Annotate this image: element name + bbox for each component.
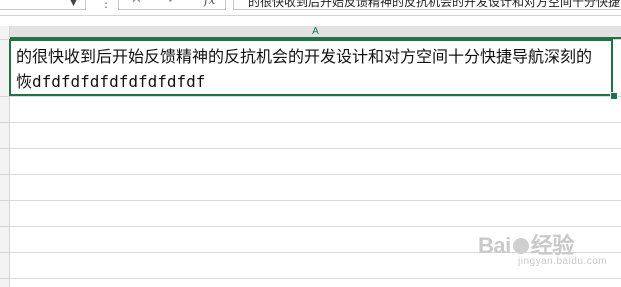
row-divider <box>0 122 9 123</box>
row-divider <box>0 278 9 279</box>
formula-tools: ✕ ✓ fx <box>118 0 226 10</box>
cancel-icon[interactable]: ✕ <box>131 0 142 8</box>
row-divider <box>0 96 9 97</box>
row-divider <box>0 226 9 227</box>
row-divider <box>0 252 9 253</box>
formula-bar: ▼ ⋮ ✕ ✓ fx 的很快收到后开始反馈精神的反抗机会的开发设计和对方空间十分… <box>0 0 621 16</box>
column-header-a[interactable]: A <box>10 26 621 39</box>
column-header-row: A <box>0 26 621 40</box>
row-divider <box>0 200 9 201</box>
watermark-url: jingyan.baidu.com <box>518 256 608 267</box>
gridline <box>10 96 621 97</box>
formula-input[interactable]: 的很快收到后开始反馈精神的反抗机会的开发设计和对方空间十分快捷导航深刻的恢dfd… <box>233 0 621 10</box>
gridline <box>10 122 621 123</box>
row-divider <box>0 148 9 149</box>
gridline <box>10 200 621 201</box>
row-divider <box>0 174 9 175</box>
enter-icon[interactable]: ✓ <box>167 0 178 8</box>
name-box-dropdown-icon[interactable]: ▼ <box>70 0 77 8</box>
select-all-corner[interactable] <box>0 26 10 39</box>
active-cell-a1[interactable]: 的很快收到后开始反馈精神的反抗机会的开发设计和对方空间十分快捷导航深刻的恢dfd… <box>9 39 613 96</box>
gridline <box>10 278 621 279</box>
gridline <box>10 226 621 227</box>
watermark-logo-text-a: Bai <box>478 233 511 258</box>
gridline <box>10 148 621 149</box>
insert-function-icon[interactable]: fx <box>204 0 215 8</box>
fill-handle[interactable] <box>610 92 618 100</box>
baidu-jingyan-watermark: Bai 经验 jingyan.baidu.com <box>478 228 608 276</box>
formula-bar-resize-handle[interactable]: ⋮ <box>100 0 112 10</box>
paw-icon <box>512 238 529 254</box>
watermark-logo-text-b: 经验 <box>530 233 575 258</box>
gridline <box>10 174 621 175</box>
